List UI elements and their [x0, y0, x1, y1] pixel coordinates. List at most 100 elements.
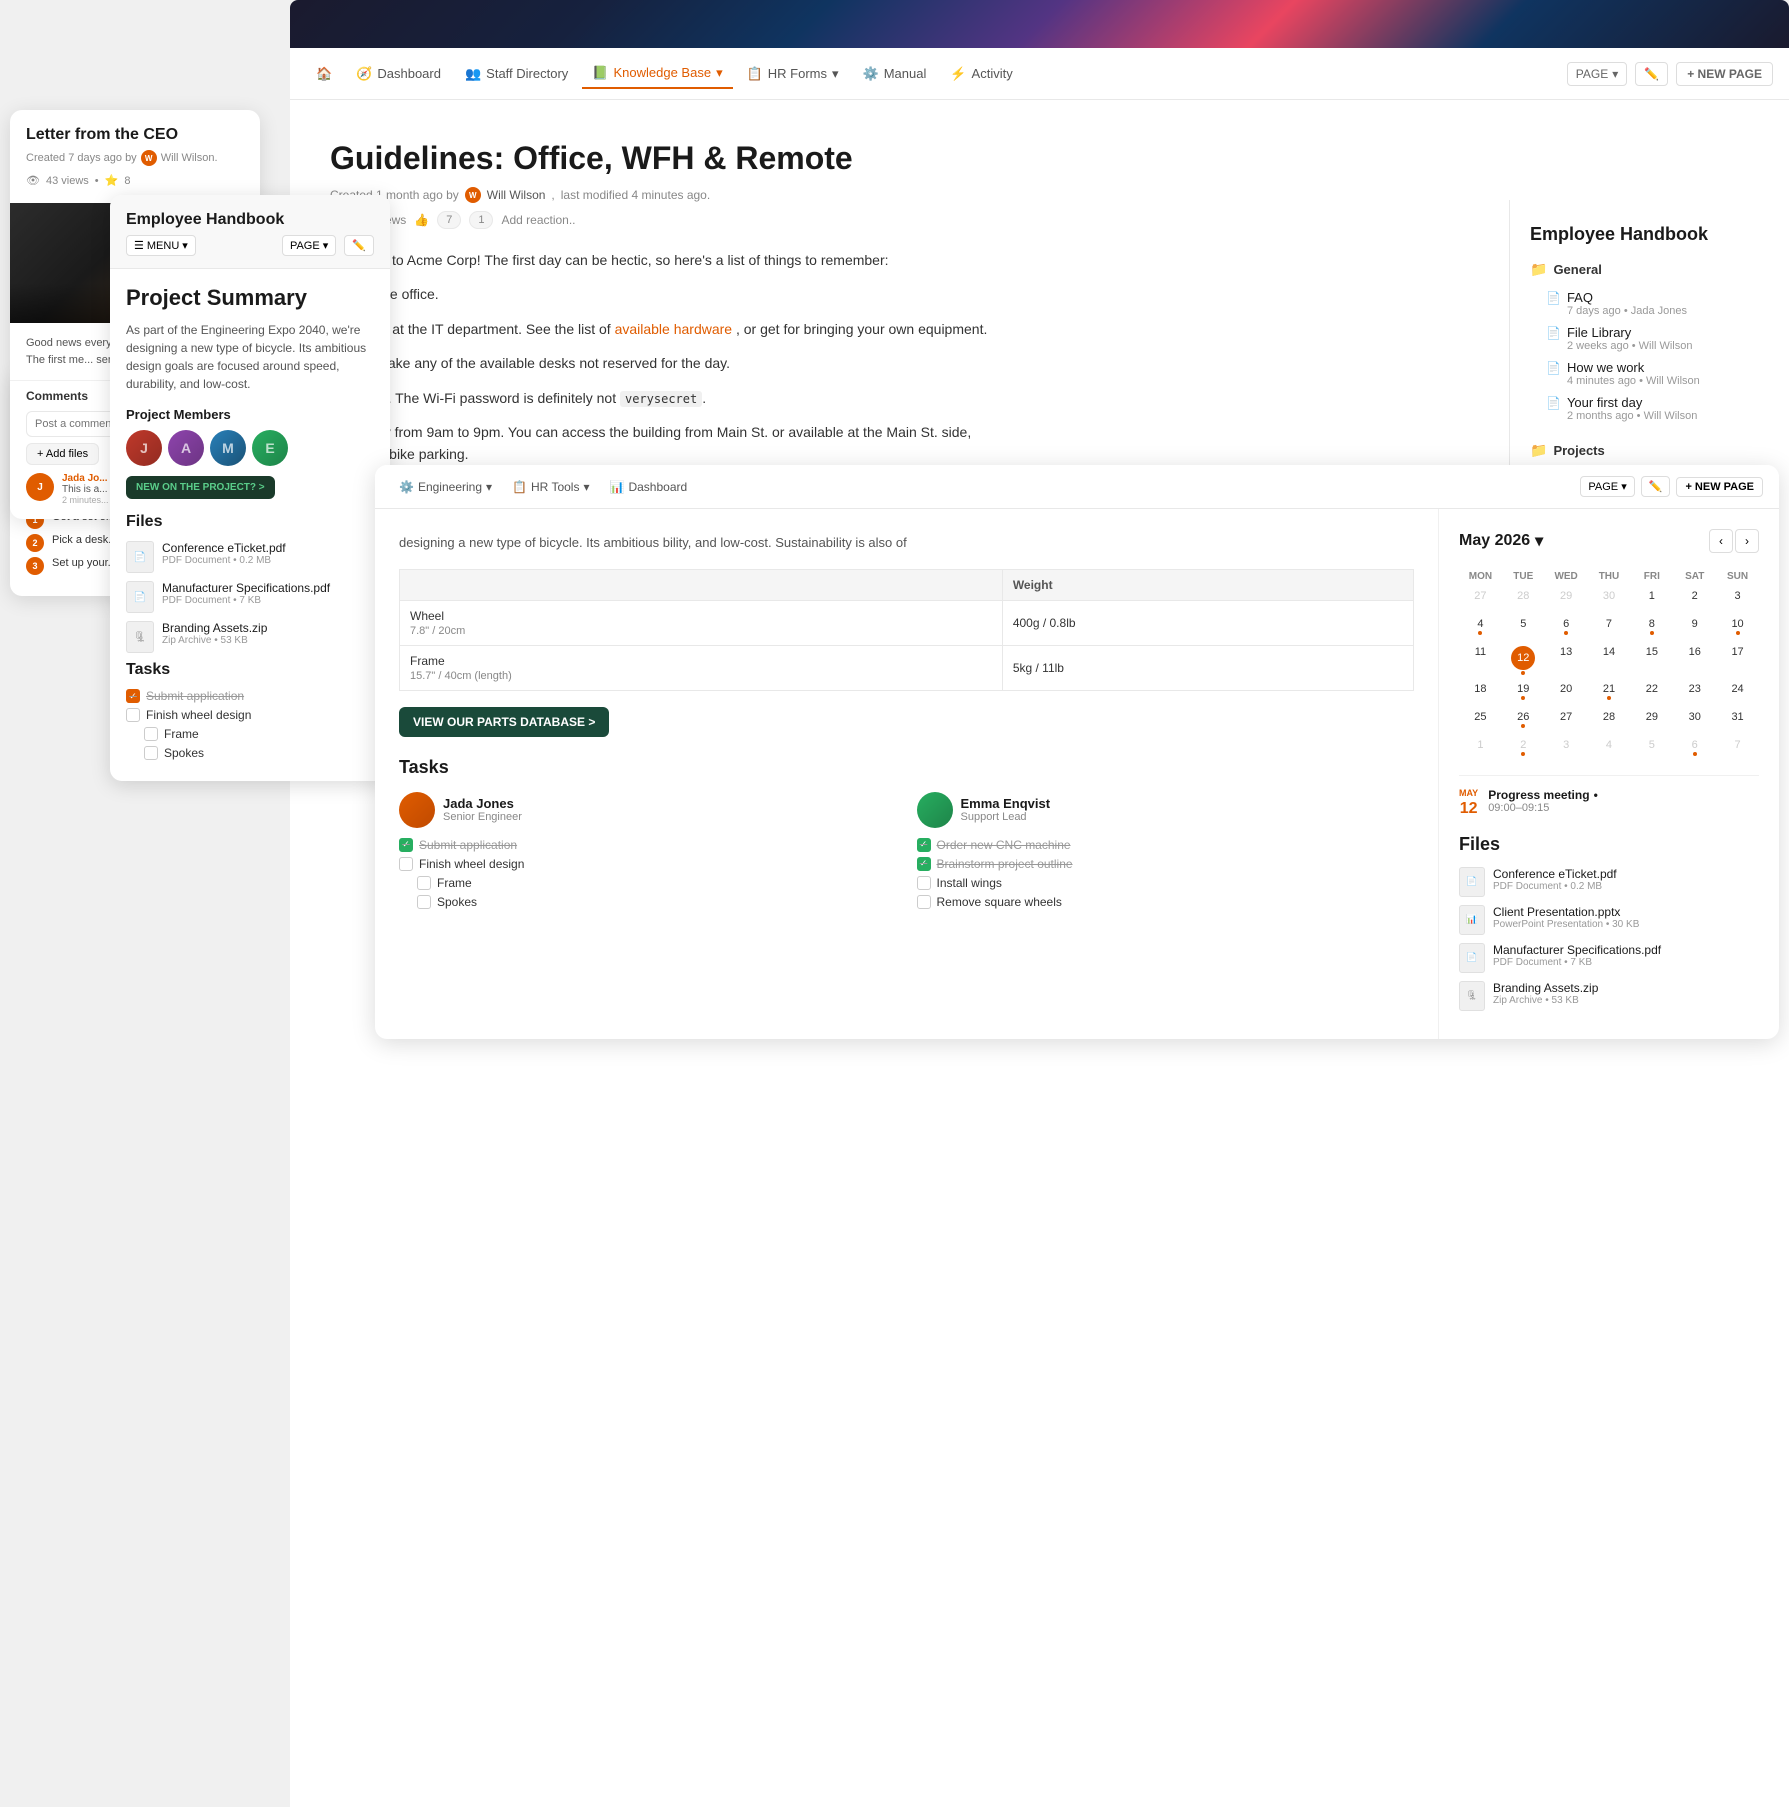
task-check-3[interactable] — [144, 727, 158, 741]
cal-day-1[interactable]: 1 — [1630, 586, 1673, 614]
cal-day-25[interactable]: 25 — [1459, 707, 1502, 735]
nav-dashboard[interactable]: 🧭 Dashboard — [346, 60, 451, 88]
cal-day-29b[interactable]: 29 — [1630, 707, 1673, 735]
nav-kb[interactable]: 📗 Knowledge Base ▾ — [582, 59, 732, 89]
sidebar-item-first-day[interactable]: 📄 Your first day 2 months ago • Will Wil… — [1530, 391, 1769, 426]
cal-day-3[interactable]: 3 — [1716, 586, 1759, 614]
cal-day-28[interactable]: 28 — [1502, 586, 1545, 614]
cal-day-19[interactable]: 19 — [1502, 679, 1545, 707]
edit-btn-sm[interactable]: ✏️ — [344, 235, 374, 256]
dash-file-2[interactable]: 📊 Client Presentation.pptx PowerPoint Pr… — [1459, 905, 1759, 935]
cal-day-31[interactable]: 31 — [1716, 707, 1759, 735]
cal-day-n5[interactable]: 5 — [1630, 735, 1673, 763]
cal-day-16[interactable]: 16 — [1673, 642, 1716, 679]
cal-day-28b[interactable]: 28 — [1588, 707, 1631, 735]
page-btn-sm[interactable]: PAGE ▾ — [282, 235, 336, 256]
file-row-3[interactable]: 🗜 Branding Assets.zip Zip Archive • 53 K… — [126, 621, 374, 653]
view-db-button[interactable]: VIEW OUR PARTS DATABASE > — [399, 707, 609, 737]
task-check-1[interactable]: ✓ — [126, 689, 140, 703]
cal-day-17[interactable]: 17 — [1716, 642, 1759, 679]
cal-day-n7[interactable]: 7 — [1716, 735, 1759, 763]
cal-day-8[interactable]: 8 — [1630, 614, 1673, 642]
nav-home[interactable]: 🏠 — [306, 60, 342, 88]
cal-day-22[interactable]: 22 — [1630, 679, 1673, 707]
cal-day-26[interactable]: 26 — [1502, 707, 1545, 735]
jada-check-sub-1[interactable] — [417, 876, 431, 890]
nav-staff[interactable]: 👥 Staff Directory — [455, 60, 578, 88]
cal-day-13[interactable]: 13 — [1545, 642, 1588, 679]
add-files-button[interactable]: + Add files — [26, 443, 99, 465]
cal-day-23[interactable]: 23 — [1673, 679, 1716, 707]
cal-day-14[interactable]: 14 — [1588, 642, 1631, 679]
reaction-1-badge[interactable]: 1 — [469, 211, 493, 229]
cal-day-2[interactable]: 2 — [1673, 586, 1716, 614]
cal-day-5[interactable]: 5 — [1502, 614, 1545, 642]
dash-nav-hrtools[interactable]: 📋 HR Tools ▾ — [504, 475, 597, 499]
emma-check-4[interactable] — [917, 895, 931, 909]
cal-day-11[interactable]: 11 — [1459, 642, 1502, 679]
cal-day-24[interactable]: 24 — [1716, 679, 1759, 707]
cal-day-7[interactable]: 7 — [1588, 614, 1631, 642]
cal-next-btn[interactable]: › — [1735, 529, 1759, 553]
jada-task-2: Finish wheel design — [399, 857, 897, 871]
new-project-button[interactable]: NEW ON THE PROJECT? > — [126, 476, 275, 499]
cal-day-18[interactable]: 18 — [1459, 679, 1502, 707]
sidebar-item-how-we-work[interactable]: 📄 How we work 4 minutes ago • Will Wilso… — [1530, 356, 1769, 391]
cal-day-9[interactable]: 9 — [1673, 614, 1716, 642]
cal-day-30b[interactable]: 30 — [1673, 707, 1716, 735]
file-row-2[interactable]: 📄 Manufacturer Specifications.pdf PDF Do… — [126, 581, 374, 613]
menu-button[interactable]: ☰ MENU ▾ — [126, 235, 196, 256]
cal-day-n6[interactable]: 6 — [1673, 735, 1716, 763]
cal-day-20[interactable]: 20 — [1545, 679, 1588, 707]
emma-check-2[interactable]: ✓ — [917, 857, 931, 871]
nav-hrforms-label: HR Forms — [768, 66, 827, 81]
task-check-4[interactable] — [144, 746, 158, 760]
cal-day-15[interactable]: 15 — [1630, 642, 1673, 679]
available-hardware-link[interactable]: available hardware — [615, 321, 733, 337]
cal-day-4[interactable]: 4 — [1459, 614, 1502, 642]
cal-day-n1[interactable]: 1 — [1459, 735, 1502, 763]
cal-day-n2[interactable]: 2 — [1502, 735, 1545, 763]
dash-file-1[interactable]: 📄 Conference eTicket.pdf PDF Document • … — [1459, 867, 1759, 897]
emma-check-1[interactable]: ✓ — [917, 838, 931, 852]
file-row-1[interactable]: 📄 Conference eTicket.pdf PDF Document • … — [126, 541, 374, 573]
sidebar-item-file-library[interactable]: 📄 File Library 2 weeks ago • Will Wilson — [1530, 321, 1769, 356]
cal-prev-btn[interactable]: ‹ — [1709, 529, 1733, 553]
cal-day-29[interactable]: 29 — [1545, 586, 1588, 614]
cal-day-27b[interactable]: 27 — [1545, 707, 1588, 735]
new-page-button[interactable]: + NEW PAGE — [1676, 62, 1773, 86]
dash-nav-dashboard[interactable]: 📊 Dashboard — [602, 475, 696, 499]
cal-day-27[interactable]: 27 — [1459, 586, 1502, 614]
cal-day-21[interactable]: 21 — [1588, 679, 1631, 707]
dash-nav-engineering[interactable]: ⚙️ Engineering ▾ — [391, 475, 500, 499]
reaction-count-badge[interactable]: 7 — [437, 211, 461, 229]
dash-edit-btn[interactable]: ✏️ — [1641, 476, 1671, 497]
chevron-down-calendar[interactable]: ▾ — [1535, 531, 1543, 551]
cal-day-n4[interactable]: 4 — [1588, 735, 1631, 763]
task-check-2[interactable] — [126, 708, 140, 722]
jada-check-sub-2[interactable] — [417, 895, 431, 909]
reaction-thumbs[interactable]: 👍 — [414, 213, 429, 227]
table-row-frame: Frame15.7" / 40cm (length) 5kg / 11lb — [400, 645, 1414, 690]
jada-check-1[interactable]: ✓ — [399, 838, 413, 852]
nav-hrforms[interactable]: 📋 HR Forms ▾ — [737, 60, 849, 88]
sidebar-item-faq[interactable]: 📄 FAQ 7 days ago • Jada Jones — [1530, 286, 1769, 321]
dash-page-btn[interactable]: PAGE ▾ — [1580, 476, 1634, 497]
chevron-down-icon4: ▾ — [583, 480, 589, 494]
page-button[interactable]: PAGE ▾ — [1567, 62, 1628, 86]
cal-day-12-today[interactable]: 12 — [1502, 642, 1545, 679]
emma-check-3[interactable] — [917, 876, 931, 890]
cal-day-6[interactable]: 6 — [1545, 614, 1588, 642]
cal-day-10[interactable]: 10 — [1716, 614, 1759, 642]
nav-activity[interactable]: ⚡ Activity — [940, 60, 1022, 88]
nav-manual[interactable]: ⚙️ Manual — [853, 60, 937, 88]
dash-file-3[interactable]: 📄 Manufacturer Specifications.pdf PDF Do… — [1459, 943, 1759, 973]
edit-button[interactable]: ✏️ — [1635, 62, 1668, 86]
card-handbook: Employee Handbook ☰ MENU ▾ PAGE ▾ ✏️ Pro… — [110, 195, 390, 781]
cal-day-n3[interactable]: 3 — [1545, 735, 1588, 763]
cal-day-30[interactable]: 30 — [1588, 586, 1631, 614]
dash-new-page-btn[interactable]: + NEW PAGE — [1676, 477, 1763, 497]
add-reaction-btn[interactable]: Add reaction.. — [501, 213, 575, 227]
dash-file-4[interactable]: 🗜 Branding Assets.zip Zip Archive • 53 K… — [1459, 981, 1759, 1011]
jada-check-2[interactable] — [399, 857, 413, 871]
